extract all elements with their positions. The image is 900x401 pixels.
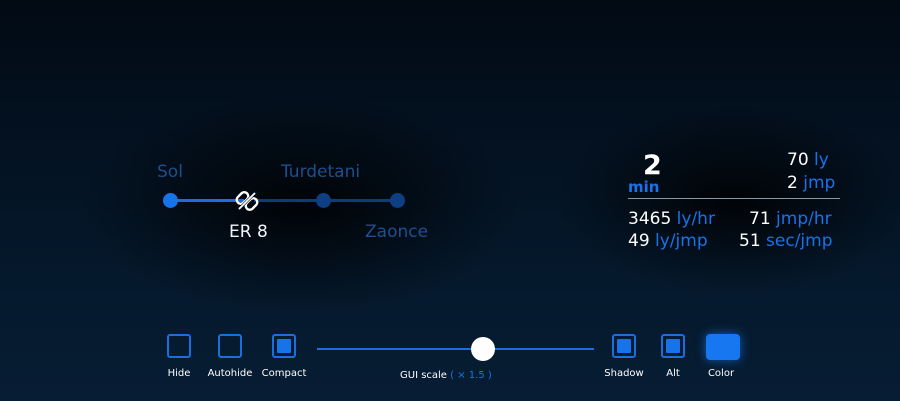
- route-node-sol[interactable]: [163, 193, 178, 208]
- ly-per-hr-stat: 3465 ly/hr: [628, 209, 715, 229]
- autohide-checkbox[interactable]: [218, 334, 242, 358]
- system-label-zaonce: Zaonce: [365, 222, 429, 242]
- hide-label: Hide: [167, 368, 191, 379]
- route-segment: [330, 199, 394, 202]
- ly-per-jmp-unit: ly/jmp: [655, 231, 708, 251]
- gui-scale-track[interactable]: [317, 348, 594, 350]
- route-segment-traveled: [170, 199, 244, 202]
- shadow-control[interactable]: Shadow: [604, 334, 644, 379]
- color-swatch[interactable]: [706, 334, 740, 360]
- jumps-stat: 2 jmp: [787, 173, 835, 193]
- hide-checkbox[interactable]: [167, 334, 191, 358]
- compact-label: Compact: [261, 368, 307, 379]
- eta-unit: min: [628, 178, 660, 196]
- distance-unit: ly: [814, 150, 829, 170]
- current-node-label: ER 8: [229, 222, 268, 242]
- compact-checkbox[interactable]: [272, 334, 296, 358]
- overlay-stage: Sol Turdetani Zaonce ER 8 2 min 70 ly 2 …: [0, 0, 900, 401]
- jumps-unit: jmp: [803, 173, 836, 193]
- jmp-per-hr-unit: jmp/hr: [776, 209, 832, 229]
- shadow-checkbox[interactable]: [612, 334, 636, 358]
- hide-control[interactable]: Hide: [164, 334, 194, 379]
- gui-scale-value: ( × 1.5 ): [450, 370, 492, 381]
- ly-per-jmp-stat: 49 ly/jmp: [628, 231, 708, 251]
- alt-control[interactable]: Alt: [658, 334, 688, 379]
- distance-stat: 70 ly: [787, 150, 829, 170]
- alt-label: Alt: [666, 368, 680, 379]
- route-node-zaonce[interactable]: [390, 193, 405, 208]
- compact-control[interactable]: Compact: [262, 334, 306, 379]
- color-label: Color: [707, 368, 735, 379]
- color-control[interactable]: Color: [706, 334, 740, 379]
- stats-panel: 2 min 70 ly 2 jmp 3465 ly/hr 71 jmp/hr 4…: [625, 150, 845, 260]
- ly-per-jmp-value: 49: [628, 231, 650, 251]
- shadow-label: Shadow: [604, 368, 644, 379]
- gui-scale-thumb[interactable]: [471, 337, 496, 361]
- ly-per-hr-value: 3465: [628, 209, 672, 229]
- route-panel: Sol Turdetani Zaonce ER 8: [150, 150, 450, 250]
- autohide-label: Autohide: [207, 368, 253, 379]
- jumps-value: 2: [787, 173, 798, 193]
- gui-scale-label: GUI scale: [400, 370, 447, 381]
- system-label-turdetani: Turdetani: [281, 162, 361, 182]
- eta-value: 2: [643, 150, 662, 181]
- alt-checkbox[interactable]: [661, 334, 685, 358]
- broken-link-icon: [235, 190, 259, 212]
- ly-per-hr-unit: ly/hr: [676, 209, 715, 229]
- route-segment: [254, 199, 324, 202]
- distance-value: 70: [787, 150, 809, 170]
- system-label-sol: Sol: [157, 162, 183, 182]
- stats-divider: [628, 198, 840, 199]
- sec-per-jmp-stat: 51 sec/jmp: [739, 231, 833, 251]
- sec-per-jmp-unit: sec/jmp: [766, 231, 833, 251]
- jmp-per-hr-stat: 71 jmp/hr: [749, 209, 832, 229]
- autohide-control[interactable]: Autohide: [208, 334, 252, 379]
- route-node-turdetani[interactable]: [316, 193, 331, 208]
- gui-scale-caption: GUI scale ( × 1.5 ): [400, 370, 492, 381]
- sec-per-jmp-value: 51: [739, 231, 761, 251]
- gui-scale-slider[interactable]: [317, 333, 594, 363]
- jmp-per-hr-value: 71: [749, 209, 771, 229]
